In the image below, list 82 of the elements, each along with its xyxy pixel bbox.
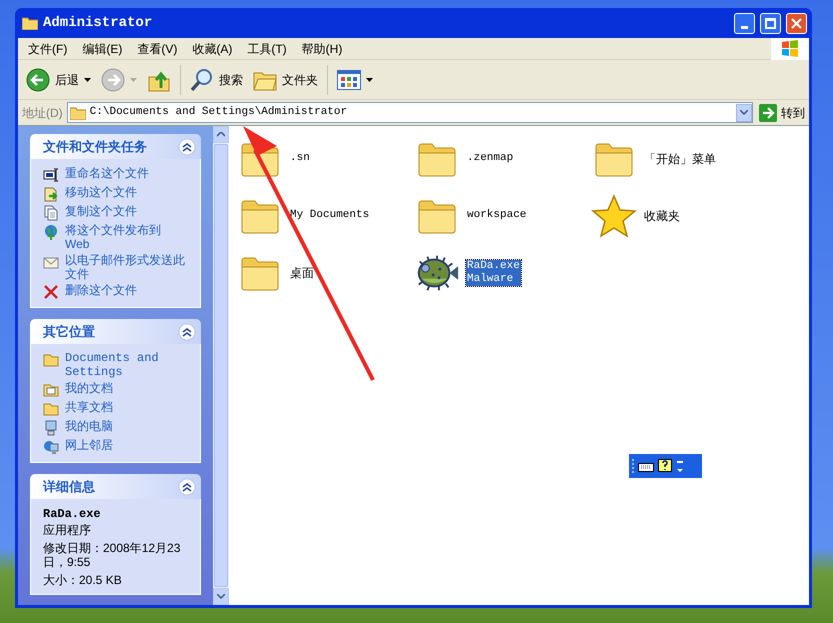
file-label[interactable]: 收藏夹 <box>643 208 681 222</box>
folder-icon <box>417 140 457 176</box>
panel-header[interactable]: 其它位置 <box>30 319 201 344</box>
documents-folder-icon <box>43 382 59 398</box>
panel-title: 文件和文件夹任务 <box>43 138 148 156</box>
views-icon <box>337 70 361 90</box>
folder-icon <box>43 401 59 417</box>
maximize-button[interactable] <box>760 12 781 34</box>
menu-item[interactable]: 帮助(H) <box>296 38 348 58</box>
menu-item[interactable]: 工具(T) <box>241 38 293 58</box>
back-button[interactable]: 后退 <box>23 62 94 96</box>
task-link[interactable]: 共享文档 <box>65 400 113 414</box>
folder-icon <box>43 352 59 368</box>
search-icon <box>190 68 214 92</box>
folder-icon <box>594 140 634 176</box>
task-link[interactable]: 删除这个文件 <box>65 283 137 297</box>
task-link[interactable]: 以电子邮件形式发送此文件 <box>65 253 188 281</box>
scrollbar[interactable] <box>213 126 229 605</box>
caret-icon <box>130 78 137 82</box>
network-icon <box>43 439 59 455</box>
minimize-button[interactable] <box>734 12 755 34</box>
close-icon <box>791 18 802 28</box>
folder-icon <box>70 106 86 120</box>
move-icon <box>43 186 59 202</box>
help-icon[interactable] <box>658 458 672 474</box>
go-arrow-icon <box>759 104 777 122</box>
file-size: 大小：20.5 KB <box>43 573 123 587</box>
file-label[interactable]: workspace <box>466 209 528 222</box>
task-link[interactable]: 网上邻居 <box>65 438 113 452</box>
task-link[interactable]: Documents and Settings <box>65 351 188 379</box>
panel-title: 其它位置 <box>43 322 96 341</box>
file-label[interactable]: RaDa.exe Malware <box>466 260 521 286</box>
globe-icon <box>43 224 59 240</box>
file-type: 应用程序 <box>43 523 92 537</box>
task-link[interactable]: 重命名这个文件 <box>65 166 149 180</box>
menu-item[interactable]: 编辑(E) <box>76 38 128 58</box>
task-link[interactable]: 移动这个文件 <box>65 185 137 199</box>
collapse-icon[interactable] <box>178 478 196 496</box>
caret-icon <box>366 78 373 82</box>
menu-item[interactable]: 收藏(A) <box>186 38 238 58</box>
copy-icon <box>43 205 59 221</box>
search-button[interactable]: 搜索 <box>187 62 246 96</box>
file-label[interactable]: 桌面 <box>289 266 315 280</box>
delete-icon <box>43 284 59 300</box>
keyboard-icon[interactable] <box>638 460 654 472</box>
folder-icon <box>22 16 38 30</box>
computer-icon <box>43 420 59 436</box>
collapse-icon[interactable] <box>178 322 196 340</box>
windows-logo-icon <box>771 38 809 60</box>
folder-icon <box>417 198 457 234</box>
dropdown-button[interactable] <box>736 104 752 122</box>
window-title: Administrator <box>43 14 152 32</box>
task-link[interactable]: 我的文档 <box>65 381 113 395</box>
task-link[interactable]: 将这个文件发布到 Web <box>65 223 188 251</box>
scroll-up-icon[interactable] <box>217 132 225 137</box>
minimize-down-icon[interactable] <box>676 459 684 473</box>
modified-date: 修改日期：2008年12月23日，9:55 <box>43 541 182 569</box>
menu-item[interactable]: 查看(V) <box>131 38 184 58</box>
address-label: 地址(D) <box>22 104 63 122</box>
caret-icon <box>740 110 748 115</box>
task-link[interactable]: 复制这个文件 <box>65 204 137 218</box>
scroll-down-icon[interactable] <box>217 594 225 599</box>
folders-button[interactable]: 文件夹 <box>250 62 321 96</box>
task-link[interactable]: 我的电脑 <box>65 419 113 433</box>
address-field[interactable]: C:\Documents and Settings\Administrator <box>66 102 753 123</box>
folder-icon <box>240 254 280 290</box>
file-label[interactable]: My Documents <box>289 209 370 222</box>
caret-icon <box>84 78 91 82</box>
panel-title: 详细信息 <box>43 478 96 496</box>
file-label[interactable]: 「开始」菜单 <box>643 152 717 166</box>
menu-item[interactable]: 文件(F) <box>22 38 74 58</box>
close-button[interactable] <box>786 12 807 34</box>
panel-header[interactable]: 详细信息 <box>30 474 201 499</box>
file-label[interactable]: .zenmap <box>466 152 514 165</box>
file-label[interactable]: .sn <box>289 152 311 165</box>
file-name: RaDa.exe <box>43 508 102 521</box>
rename-icon <box>43 167 59 183</box>
star-icon <box>591 194 637 238</box>
panel-header[interactable]: 文件和文件夹任务 <box>30 134 201 159</box>
collapse-icon[interactable] <box>178 138 196 156</box>
folder-icon <box>240 198 280 234</box>
go-button[interactable]: 转到 <box>757 104 807 122</box>
